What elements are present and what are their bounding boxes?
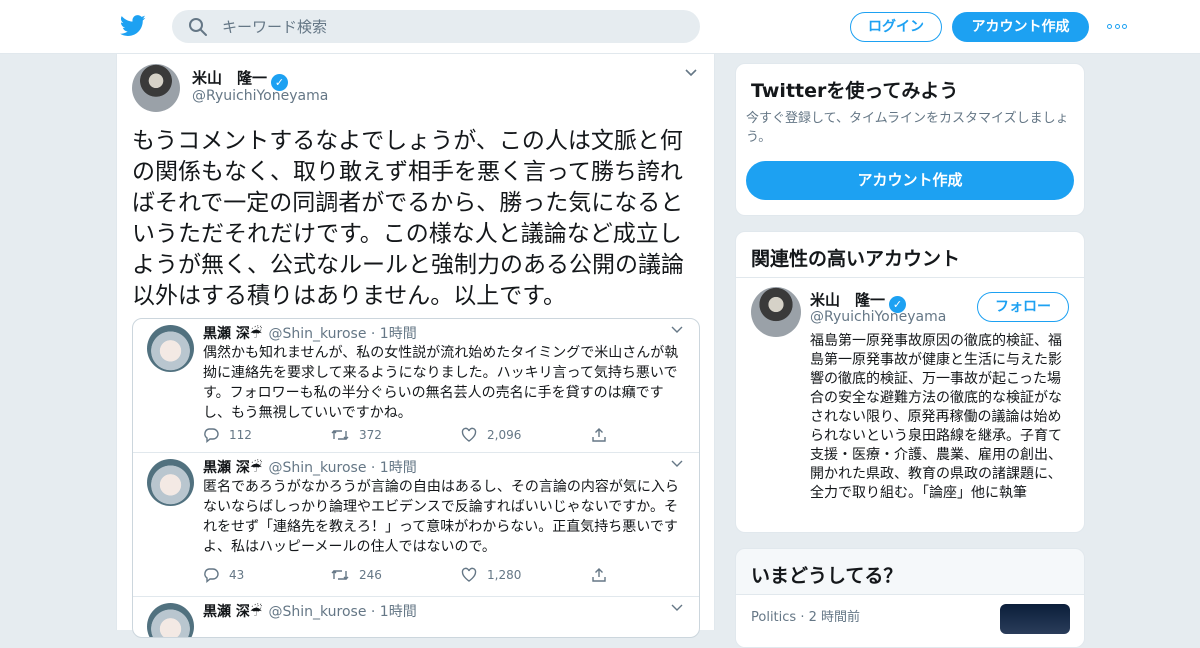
heart-icon [461, 567, 477, 582]
like-count: 1,280 [461, 567, 521, 585]
retweet-count: 246 [331, 567, 382, 585]
search-input[interactable] [222, 10, 682, 43]
twitter-bird-icon[interactable] [120, 14, 146, 38]
trend-time: 2 時間前 [808, 610, 860, 625]
embedded-tweet: 黒瀬 深☔ @Shin_kurose · 1時間 [133, 597, 699, 637]
author-name-text[interactable]: 米山 隆一 [192, 69, 267, 87]
author-avatar[interactable] [132, 64, 180, 112]
related-account-handle[interactable]: @RyuichiYoneyama [810, 309, 946, 325]
try-twitter-subtitle: 今すぐ登録して、タイムラインをカスタマイズしましょう。 [746, 111, 1069, 145]
reply-count: 112 [203, 427, 252, 445]
embedded-author: 黒瀬 深☔ @Shin_kurose · 1時間 [203, 323, 417, 343]
embedded-author-name: 黒瀬 深☔ [203, 604, 263, 620]
embedded-author: 黒瀬 深☔ @Shin_kurose · 1時間 [203, 457, 417, 477]
try-twitter-card: Twitterを使ってみよう 今すぐ登録して、タイムラインをカスタマイズしましょ… [735, 63, 1085, 216]
like-count-text: 2,096 [487, 428, 522, 442]
embedded-tweet: 黒瀬 深☔ @Shin_kurose · 1時間 匿名であろうがなかろうが言論の自… [133, 453, 699, 597]
reply-count-text: 43 [229, 568, 245, 582]
try-twitter-title: Twitterを使ってみよう [751, 80, 959, 102]
embedded-meta: @Shin_kurose · 1時間 [268, 604, 417, 620]
trend-category: Politics [751, 610, 797, 625]
search-box[interactable] [172, 10, 700, 43]
reply-icon [204, 568, 219, 583]
create-account-button[interactable]: アカウント作成 [746, 161, 1074, 200]
chevron-down-icon [671, 460, 683, 467]
embedded-avatar [147, 459, 194, 506]
share [591, 427, 617, 445]
retweet-count-text: 246 [359, 568, 382, 582]
embedded-tweet-text: 偶然かも知れませんが、私の女性説が流れ始めたタイミングで米山さんが執拗に連絡先を… [203, 345, 679, 421]
reply-count: 43 [203, 567, 244, 585]
related-accounts-card: 関連性の高いアカウント 米山 隆一 ✓ @RyuichiYoneyama フォロー… [735, 231, 1085, 533]
chevron-down-icon [671, 326, 683, 333]
login-button[interactable]: ログイン [850, 12, 942, 42]
embedded-author-name: 黒瀬 深☔ [203, 326, 263, 342]
follow-button[interactable]: フォロー [977, 292, 1069, 322]
related-account-avatar[interactable] [751, 287, 801, 337]
chevron-down-icon[interactable] [684, 68, 698, 78]
retweet-icon [331, 570, 349, 580]
embedded-avatar [147, 325, 194, 372]
like-count-text: 1,280 [487, 568, 522, 582]
trend-meta: Politics · 2 時間前 [751, 610, 860, 625]
embedded-tweet: 黒瀬 深☔ @Shin_kurose · 1時間 偶然かも知れませんが、私の女性説… [133, 319, 699, 453]
reply-icon [204, 428, 219, 443]
signup-button[interactable]: アカウント作成 [952, 12, 1089, 42]
more-options-icon[interactable] [1107, 24, 1131, 30]
related-account-bio: 福島第一原発事故原因の徹底的検証、福島第一原発事故が健康と生活に与えた影響の徹底… [810, 333, 1062, 501]
related-account-name-text[interactable]: 米山 隆一 [810, 291, 885, 309]
author-handle[interactable]: @RyuichiYoneyama [192, 88, 328, 104]
like-count: 2,096 [461, 427, 521, 445]
share-icon [592, 428, 606, 442]
attached-image[interactable]: 黒瀬 深☔ @Shin_kurose · 1時間 偶然かも知れませんが、私の女性説… [132, 318, 700, 638]
reply-count-text: 112 [229, 428, 252, 442]
share-icon [592, 568, 606, 582]
retweet-count-text: 372 [359, 428, 382, 442]
heart-icon [461, 427, 477, 442]
retweet-count: 372 [331, 427, 382, 445]
trends-title: いまどうしてる？ [751, 565, 903, 587]
search-icon [189, 18, 207, 36]
trends-card: いまどうしてる？ Politics · 2 時間前 [735, 548, 1085, 648]
embedded-avatar [147, 603, 194, 637]
divider [736, 277, 1084, 278]
tweet-detail-column: 米山 隆一 ✓ @RyuichiYoneyama もうコメントするなよでしょうが、… [116, 54, 715, 638]
embedded-author: 黒瀬 深☔ @Shin_kurose · 1時間 [203, 601, 417, 621]
embedded-author-name: 黒瀬 深☔ [203, 460, 263, 476]
embedded-tweet-text: 匿名であろうがなかろうが言論の自由はあるし、その言論の内容が気に入らないならばし… [203, 479, 679, 555]
embedded-meta: @Shin_kurose · 1時間 [268, 460, 417, 476]
retweet-icon [331, 430, 349, 440]
related-accounts-title: 関連性の高いアカウント [751, 248, 961, 270]
chevron-down-icon [671, 604, 683, 611]
share [591, 567, 617, 585]
tweet-text: もうコメントするなよでしょうが、この人は文脈と何の関係もなく、取り敢えず相手を悪… [132, 128, 684, 309]
embedded-meta: @Shin_kurose · 1時間 [268, 326, 417, 342]
top-navigation-bar: ログイン アカウント作成 [0, 0, 1200, 54]
